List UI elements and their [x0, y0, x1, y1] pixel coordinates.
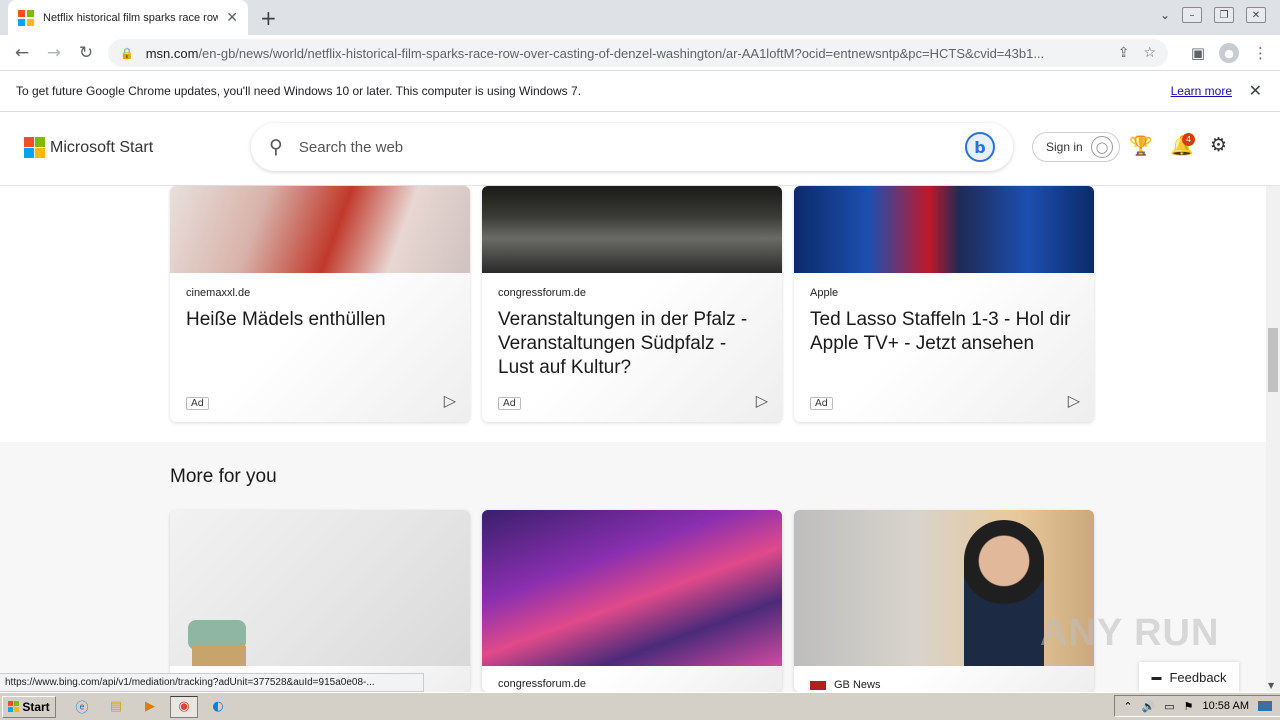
ad-card-headline[interactable]: Veranstaltungen in der Pfalz - Veranstal…: [498, 308, 766, 380]
windows-flag-icon: [8, 701, 20, 712]
internet-explorer-icon[interactable]: ⓔ: [68, 696, 96, 718]
back-arrow-icon[interactable]: ←: [6, 43, 38, 63]
settings-gear-icon[interactable]: ⚙: [1210, 134, 1227, 156]
scrollbar-thumb[interactable]: [1268, 328, 1278, 392]
start-label: Start: [22, 699, 50, 714]
wooden-stool-icon: [192, 646, 246, 666]
feedback-label: Feedback: [1169, 669, 1227, 685]
more-for-you-heading: More for you: [170, 466, 277, 487]
ad-card-source: congressforum.de: [498, 287, 587, 299]
ad-tag: Ad: [498, 397, 522, 410]
user-avatar-icon: ◯: [1091, 136, 1113, 158]
system-tray: ⌃ 🔊 ▭ ⚑ 10:58 AM: [1114, 695, 1280, 717]
forward-arrow-icon[interactable]: →: [38, 43, 70, 63]
news-card[interactable]: GB News: [794, 510, 1094, 692]
ad-card-source: Apple: [810, 287, 839, 299]
ad-card-source: cinemaxxl.de: [186, 287, 251, 299]
chrome-taskbar-icon[interactable]: ◉: [170, 695, 198, 718]
msn-header: Microsoft Start ⚲ b Sign in ◯ 🏆 🔔 4 ⚙: [0, 112, 1280, 186]
rewards-trophy-icon[interactable]: 🏆: [1129, 134, 1153, 157]
address-bar[interactable]: 🔒 msn.com/en-gb/news/world/netflix-histo…: [108, 39, 1168, 67]
ad-card[interactable]: congressforum.de Veranstaltungen in der …: [482, 186, 782, 422]
sign-in-label: Sign in: [1046, 140, 1083, 154]
share-icon[interactable]: ⇪: [1118, 45, 1130, 61]
new-tab-button[interactable]: +: [260, 6, 277, 30]
news-card-image: [482, 510, 782, 666]
reload-icon[interactable]: ↻: [70, 43, 102, 63]
news-card-image: [170, 510, 470, 666]
edge-icon[interactable]: ◐: [204, 696, 232, 718]
web-search-box[interactable]: ⚲ b: [251, 123, 1013, 171]
browser-toolbar: ← → ↻ 🔒 msn.com/en-gb/news/world/netflix…: [0, 35, 1280, 71]
ad-card-headline[interactable]: Heiße Mädels enthüllen: [186, 308, 454, 332]
learn-more-link[interactable]: Learn more: [1171, 84, 1232, 98]
show-desktop-icon[interactable]: [1258, 701, 1272, 711]
windows-taskbar: Start ⓔ ▤ ▶ ◉ ◐ ⌃ 🔊 ▭ ⚑ 10:58 AM: [0, 692, 1280, 720]
news-card[interactable]: congressforum.de: [482, 510, 782, 692]
news-card-source: congressforum.de: [498, 678, 587, 690]
microsoft-start-logo[interactable]: Microsoft Start: [24, 137, 153, 158]
news-card-source: GB News: [834, 679, 881, 691]
close-window-icon[interactable]: ✕: [1246, 7, 1266, 23]
status-bar-url: https://www.bing.com/api/v1/mediation/tr…: [0, 673, 424, 692]
person-portrait-icon: [964, 520, 1044, 666]
ad-choices-play-icon[interactable]: ▷: [756, 391, 768, 410]
network-icon[interactable]: ▭: [1164, 700, 1174, 713]
feedback-icon: ▬: [1151, 671, 1162, 683]
volume-icon[interactable]: 🔊: [1142, 700, 1156, 713]
ad-card[interactable]: Apple Ted Lasso Staffeln 1-3 - Hol dir A…: [794, 186, 1094, 422]
feedback-button[interactable]: ▬ Feedback: [1139, 662, 1239, 692]
restore-window-icon[interactable]: ❐: [1214, 7, 1234, 23]
browser-tab-strip: Netflix historical film sparks race row …: [0, 0, 1280, 35]
watermark: ANY RUN: [1040, 612, 1220, 654]
gb-news-logo-icon: [810, 680, 826, 690]
tray-expand-icon[interactable]: ⌃: [1123, 700, 1132, 713]
lock-icon[interactable]: 🔒: [120, 47, 134, 60]
side-panel-icon[interactable]: ▣: [1191, 44, 1205, 62]
browser-tab-active[interactable]: Netflix historical film sparks race row …: [8, 0, 248, 35]
action-center-flag-icon[interactable]: ⚑: [1184, 700, 1194, 713]
microsoft-logo-icon: [24, 137, 45, 158]
tab-title: Netflix historical film sparks race row …: [43, 11, 219, 24]
ad-card-image: [482, 186, 782, 273]
update-infobar: To get future Google Chrome updates, you…: [0, 71, 1280, 112]
page-scrollbar[interactable]: ▼: [1266, 186, 1280, 692]
brand-name: Microsoft Start: [50, 138, 154, 156]
start-button[interactable]: Start: [2, 695, 56, 718]
ad-card[interactable]: cinemaxxl.de Heiße Mädels enthüllen Ad ▷: [170, 186, 470, 422]
ad-tag: Ad: [186, 397, 210, 410]
ad-choices-play-icon[interactable]: ▷: [1068, 391, 1080, 410]
search-icon[interactable]: ⚲: [269, 136, 283, 158]
tab-close-icon[interactable]: ✕: [226, 10, 238, 26]
news-card[interactable]: [170, 510, 470, 692]
scroll-down-arrow-icon[interactable]: ▼: [1268, 681, 1274, 690]
search-input[interactable]: [298, 138, 965, 156]
minimize-window-icon[interactable]: –: [1182, 7, 1202, 23]
bing-chat-icon[interactable]: b: [965, 132, 995, 162]
file-explorer-icon[interactable]: ▤: [102, 696, 130, 718]
media-player-icon[interactable]: ▶: [136, 696, 164, 718]
tab-search-chevron-icon[interactable]: ⌄: [1160, 8, 1170, 22]
clock[interactable]: 10:58 AM: [1203, 700, 1249, 712]
ad-card-headline[interactable]: Ted Lasso Staffeln 1-3 - Hol dir Apple T…: [810, 308, 1078, 356]
infobar-message: To get future Google Chrome updates, you…: [16, 84, 582, 98]
profile-avatar-icon[interactable]: ●: [1219, 43, 1239, 63]
notification-count-badge: 4: [1182, 133, 1195, 146]
ad-tag: Ad: [810, 397, 834, 410]
infobar-close-icon[interactable]: ✕: [1249, 81, 1262, 101]
chrome-menu-icon[interactable]: ⋮: [1253, 44, 1268, 62]
ad-card-image: [794, 186, 1094, 273]
address-url[interactable]: msn.com/en-gb/news/world/netflix-histori…: [146, 46, 1104, 61]
ad-card-image: [170, 186, 470, 273]
ad-choices-play-icon[interactable]: ▷: [444, 391, 456, 410]
bookmark-star-icon[interactable]: ☆: [1143, 45, 1156, 61]
sign-in-button[interactable]: Sign in ◯: [1032, 132, 1120, 162]
msn-favicon-icon: [18, 9, 34, 26]
